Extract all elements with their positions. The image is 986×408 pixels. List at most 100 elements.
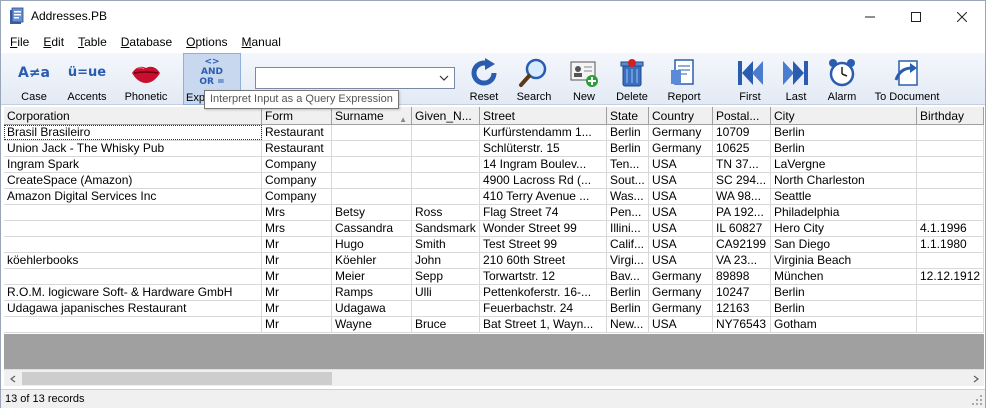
close-button[interactable] <box>939 1 985 32</box>
cell-surname[interactable] <box>332 125 412 140</box>
cell-birthday[interactable] <box>917 301 984 316</box>
table-row[interactable]: CreateSpace (Amazon) Company 4900 Lacross … <box>4 173 984 189</box>
cell-state[interactable]: Berlin <box>607 141 649 156</box>
cell-street[interactable]: 410 Terry Avenue ... <box>480 189 607 204</box>
cell-street[interactable]: 4900 Lacross Rd (... <box>480 173 607 188</box>
table-row[interactable]: R.O.M. logicware Soft- & Hardware GmbH Mr… <box>4 285 984 301</box>
scroll-left-icon[interactable] <box>4 370 21 387</box>
cell-form[interactable]: Mr <box>262 285 332 300</box>
cell-street[interactable]: Flag Street 74 <box>480 205 607 220</box>
cell-surname[interactable] <box>332 173 412 188</box>
cell-city[interactable]: Virginia Beach <box>771 253 917 268</box>
cell-country[interactable]: Germany <box>649 301 713 316</box>
cell-birthday[interactable] <box>917 189 984 204</box>
cell-street[interactable]: 210 60th Street <box>480 253 607 268</box>
cell-birthday[interactable] <box>917 173 984 188</box>
cell-postal[interactable]: IL 60827 <box>713 221 771 236</box>
cell-birthday[interactable]: 1.1.1980 <box>917 237 984 252</box>
cell-corporation[interactable]: Brasil Brasileiro <box>4 125 262 140</box>
cell-surname[interactable]: Ramps <box>332 285 412 300</box>
cell-city[interactable]: München <box>771 269 917 284</box>
cell-state[interactable]: Bav... <box>607 269 649 284</box>
cell-state[interactable]: Berlin <box>607 301 649 316</box>
cell-street[interactable]: Kurfürstendamm 1... <box>480 125 607 140</box>
cell-city[interactable]: North Charleston <box>771 173 917 188</box>
table-row[interactable]: Brasil Brasileiro Restaurant Kurfürstendam… <box>4 125 984 141</box>
cell-form[interactable]: Company <box>262 157 332 172</box>
table-row[interactable]: Mr Hugo Smith Test Street 99 Calif... USA CA92… <box>4 237 984 253</box>
cell-city[interactable]: Seattle <box>771 189 917 204</box>
scroll-right-icon[interactable] <box>967 370 984 387</box>
table-row[interactable]: Amazon Digital Services Inc Company 410 Te… <box>4 189 984 205</box>
cell-corporation[interactable]: Ingram Spark <box>4 157 262 172</box>
cell-given-name[interactable] <box>412 301 480 316</box>
menu-database[interactable]: Database <box>114 35 179 49</box>
cell-country[interactable]: USA <box>649 205 713 220</box>
cell-street[interactable]: Schlüterstr. 15 <box>480 141 607 156</box>
new-button[interactable]: New <box>563 53 605 105</box>
cell-corporation[interactable]: Union Jack - The Whisky Pub <box>4 141 262 156</box>
alarm-button[interactable]: Alarm <box>821 53 863 105</box>
cell-surname[interactable]: Wayne <box>332 317 412 332</box>
cell-street[interactable]: 14 Ingram Boulev... <box>480 157 607 172</box>
cell-postal[interactable]: 10247 <box>713 285 771 300</box>
phonetic-button[interactable]: Phonetic <box>119 53 173 105</box>
table-row[interactable]: Mr Meier Sepp Torwartstr. 12 Bav... Germany 89… <box>4 269 984 285</box>
cell-given-name[interactable]: Smith <box>412 237 480 252</box>
cell-postal[interactable]: SC 294... <box>713 173 771 188</box>
cell-postal[interactable]: 12163 <box>713 301 771 316</box>
delete-button[interactable]: Delete <box>611 53 653 105</box>
cell-country[interactable]: USA <box>649 221 713 236</box>
cell-form[interactable]: Mrs <box>262 205 332 220</box>
cell-corporation[interactable] <box>4 317 262 332</box>
cell-country[interactable]: USA <box>649 157 713 172</box>
menu-edit[interactable]: Edit <box>36 35 71 49</box>
cell-street[interactable]: Pettenkoferstr. 16-... <box>480 285 607 300</box>
cell-city[interactable]: Berlin <box>771 125 917 140</box>
accents-button[interactable]: ü=ue Accents <box>61 53 113 105</box>
cell-street[interactable]: Wonder Street 99 <box>480 221 607 236</box>
chevron-down-icon[interactable] <box>436 70 452 86</box>
last-button[interactable]: Last <box>775 53 817 105</box>
cell-street[interactable]: Bat Street 1, Wayn... <box>480 317 607 332</box>
cell-form[interactable]: Company <box>262 189 332 204</box>
cell-birthday[interactable] <box>917 285 984 300</box>
cell-corporation[interactable]: Udagawa japanisches Restaurant <box>4 301 262 316</box>
to-document-button[interactable]: To Document <box>871 53 943 105</box>
cell-given-name[interactable]: John <box>412 253 480 268</box>
cell-surname[interactable]: Köehler <box>332 253 412 268</box>
cell-birthday[interactable] <box>917 125 984 140</box>
cell-given-name[interactable]: Bruce <box>412 317 480 332</box>
header-col-given-name[interactable]: Given_N... <box>412 107 480 125</box>
cell-country[interactable]: USA <box>649 237 713 252</box>
maximize-button[interactable] <box>893 1 939 32</box>
cell-form[interactable]: Mr <box>262 301 332 316</box>
cell-country[interactable]: USA <box>649 253 713 268</box>
cell-birthday[interactable]: 4.1.1996 <box>917 221 984 236</box>
cell-form[interactable]: Restaurant <box>262 141 332 156</box>
cell-corporation[interactable]: CreateSpace (Amazon) <box>4 173 262 188</box>
cell-state[interactable]: Pen... <box>607 205 649 220</box>
cell-postal[interactable]: 10625 <box>713 141 771 156</box>
cell-given-name[interactable] <box>412 125 480 140</box>
cell-given-name[interactable] <box>412 189 480 204</box>
cell-birthday[interactable] <box>917 205 984 220</box>
cell-birthday[interactable] <box>917 317 984 332</box>
header-col-birthday[interactable]: Birthday <box>917 107 984 125</box>
cell-given-name[interactable] <box>412 157 480 172</box>
cell-state[interactable]: Was... <box>607 189 649 204</box>
cell-country[interactable]: USA <box>649 317 713 332</box>
cell-surname[interactable]: Betsy <box>332 205 412 220</box>
records-grid[interactable]: Corporation Form Surname ▲ Given_N... Street S… <box>4 107 984 369</box>
cell-state[interactable]: Sout... <box>607 173 649 188</box>
cell-street[interactable]: Torwartstr. 12 <box>480 269 607 284</box>
cell-corporation[interactable]: Amazon Digital Services Inc <box>4 189 262 204</box>
cell-form[interactable]: Mrs <box>262 221 332 236</box>
cell-given-name[interactable] <box>412 141 480 156</box>
cell-given-name[interactable] <box>412 173 480 188</box>
table-row[interactable]: Mrs Cassandra Sandsmark Wonder Street 99 Ill… <box>4 221 984 237</box>
cell-city[interactable]: LaVergne <box>771 157 917 172</box>
cell-postal[interactable]: VA 23... <box>713 253 771 268</box>
cell-postal[interactable]: TN 37... <box>713 157 771 172</box>
reset-button[interactable]: Reset <box>463 53 505 105</box>
